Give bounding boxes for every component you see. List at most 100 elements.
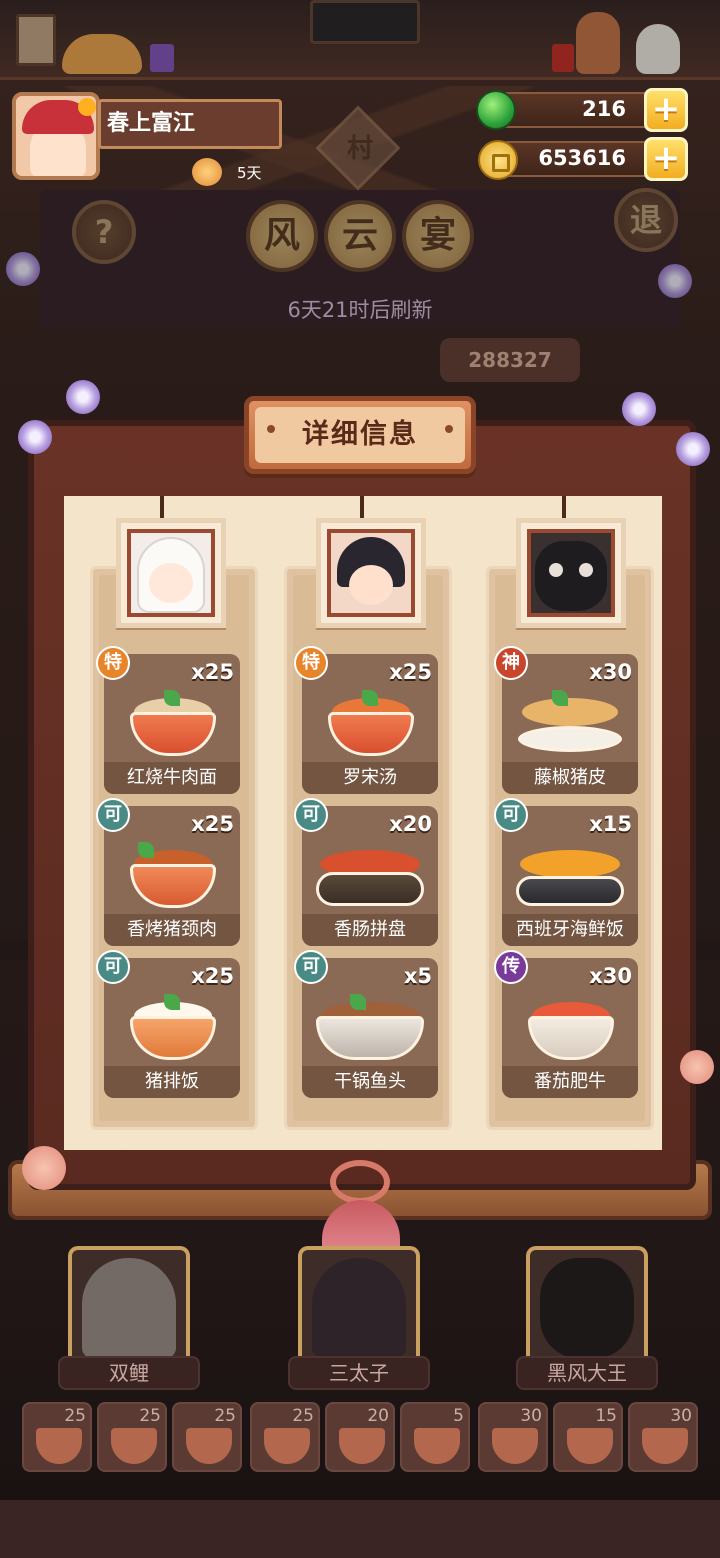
feast-title-char: 云 [324, 200, 396, 272]
slot-dish-icon [186, 1428, 232, 1464]
guest-portrait-3[interactable] [516, 518, 626, 628]
coin-icon [478, 140, 518, 180]
plus-icon-jade[interactable]: + [644, 88, 688, 132]
flower-icon [18, 420, 52, 454]
player-name: 春上富江 [98, 99, 282, 149]
dish-slot[interactable]: 30 [478, 1402, 548, 1472]
dish-slot[interactable]: 30 [628, 1402, 698, 1472]
garnish [164, 994, 180, 1010]
dish-card[interactable]: 干锅鱼头 x5 可 [294, 950, 438, 1098]
platter [316, 872, 424, 906]
bowl-body [130, 1016, 216, 1060]
face [149, 563, 193, 603]
pork-skin [522, 698, 618, 726]
rarity-badge: 可 [96, 950, 130, 984]
paella-pan-icon [516, 842, 624, 908]
garnish [552, 690, 568, 706]
slot-dish-icon [567, 1428, 613, 1464]
rarity-badge: 可 [294, 950, 328, 984]
feast-title-char: 宴 [402, 200, 474, 272]
blossom-icon [22, 1146, 66, 1190]
jade-bar: 216 [490, 92, 666, 128]
feast-score: 288327 [440, 338, 580, 382]
pot [316, 1016, 424, 1060]
dish-card[interactable]: 西班牙海鲜饭 x15 可 [494, 798, 638, 946]
eye [549, 563, 563, 577]
slot-count: 15 [595, 1406, 617, 1426]
black-bear-icon [540, 1258, 634, 1356]
pan [516, 876, 624, 906]
dish-slot[interactable]: 25 [97, 1402, 167, 1472]
dish-name: 香烤猪颈肉 [104, 914, 240, 946]
team-member-card-3[interactable] [526, 1246, 648, 1356]
dish-slot[interactable]: 5 [400, 1402, 470, 1472]
guest-portrait-1[interactable] [116, 518, 226, 628]
sausage-platter-icon [316, 842, 424, 908]
guest-portrait-2[interactable] [316, 518, 426, 628]
help-button[interactable]: ? [72, 200, 136, 264]
rarity-badge: 可 [294, 798, 328, 832]
hourglass-icon [192, 158, 222, 186]
slot-count: 25 [64, 1406, 86, 1426]
exit-button[interactable]: 退 [614, 188, 678, 252]
dish-slot[interactable]: 25 [172, 1402, 242, 1472]
dish-slot[interactable]: 25 [22, 1402, 92, 1472]
bowl-body [328, 712, 414, 756]
player-avatar[interactable] [12, 92, 100, 180]
dish-card[interactable]: 猪排饭 x25 可 [96, 950, 240, 1098]
plate [518, 726, 622, 752]
dish-card[interactable]: 藤椒猪皮 x30 神 [494, 646, 638, 794]
dish-card[interactable]: 番茄肥牛 x30 传 [494, 950, 638, 1098]
village-sign-label: 村 [346, 134, 373, 164]
slot-count: 30 [670, 1406, 692, 1426]
slot-count: 5 [453, 1406, 464, 1426]
dish-qty: x30 [589, 660, 632, 684]
days-count: 5天 [237, 164, 262, 182]
rarity-badge: 传 [494, 950, 528, 984]
dish-card[interactable]: 罗宋汤 x25 特 [294, 646, 438, 794]
portrait-border [327, 529, 415, 617]
title-dot [267, 425, 275, 433]
dish-name: 猪排饭 [104, 1066, 240, 1098]
portrait-border [527, 529, 615, 617]
dish-qty: x25 [191, 812, 234, 836]
dish-slot[interactable]: 25 [250, 1402, 320, 1472]
jade-icon [476, 90, 516, 130]
dish-name: 干锅鱼头 [302, 1066, 438, 1098]
slot-dish-icon [492, 1428, 538, 1464]
slot-count: 25 [139, 1406, 161, 1426]
plate [130, 864, 216, 908]
bottom-bar [0, 1500, 720, 1558]
dish-qty: x20 [389, 812, 432, 836]
team-member-card-1[interactable] [68, 1246, 190, 1356]
blossom-icon [680, 1050, 714, 1084]
rarity-badge: 特 [294, 646, 328, 680]
slot-dish-icon [642, 1428, 688, 1464]
jade-value: 216 [582, 97, 626, 121]
team-member-name: 黑风大王 [516, 1356, 658, 1390]
refresh-timer: 6天21时后刷新 [287, 298, 433, 322]
garnish [164, 690, 180, 706]
feast-title-char: 风 [246, 200, 318, 272]
slot-count: 30 [520, 1406, 542, 1426]
plus-icon-coin[interactable]: + [644, 137, 688, 181]
flower-icon [622, 392, 656, 426]
seafood [520, 850, 620, 878]
dish-card[interactable]: 红烧牛肉面 x25 特 [96, 646, 240, 794]
dish-card[interactable]: 香烤猪颈肉 x25 可 [96, 798, 240, 946]
dish-name: 藤椒猪皮 [502, 762, 638, 794]
dish-qty: x15 [589, 812, 632, 836]
flower-icon [676, 432, 710, 466]
rarity-badge: 特 [96, 646, 130, 680]
slot-dish-icon [264, 1428, 310, 1464]
dish-slot[interactable]: 15 [553, 1402, 623, 1472]
soup-bowl-icon [328, 690, 414, 756]
dish-card[interactable]: 香肠拼盘 x20 可 [294, 798, 438, 946]
team-member-card-2[interactable] [298, 1246, 420, 1356]
dish-qty: x25 [191, 964, 234, 988]
dish-qty: x5 [403, 964, 432, 988]
slot-count: 25 [292, 1406, 314, 1426]
slot-dish-icon [339, 1428, 385, 1464]
dish-slot[interactable]: 20 [325, 1402, 395, 1472]
slot-count: 20 [367, 1406, 389, 1426]
